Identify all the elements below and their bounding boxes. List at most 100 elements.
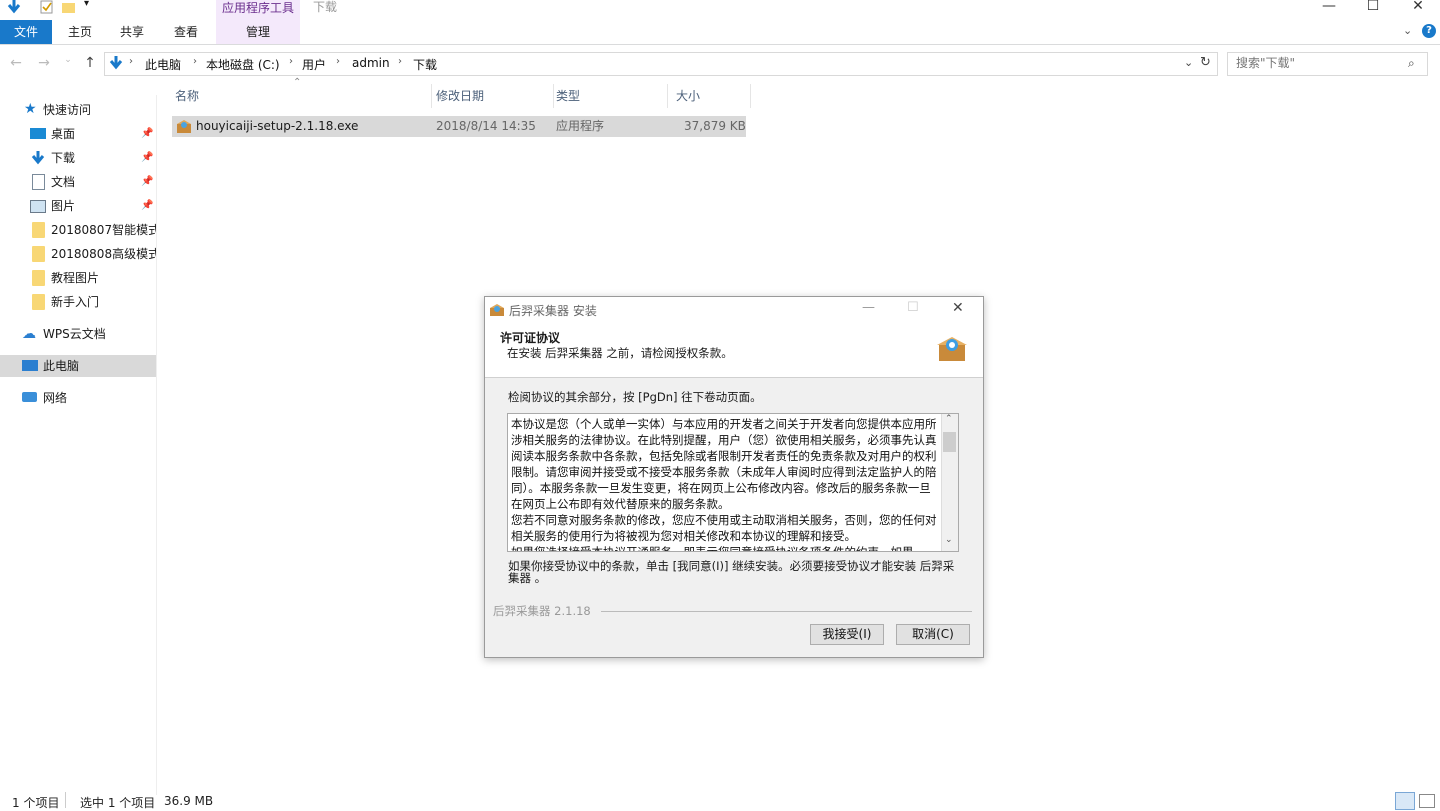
help-icon[interactable]: ? [1422,24,1436,38]
new-folder-icon[interactable] [62,0,76,14]
pin-icon: 📌 [141,152,154,163]
file-size: 37,879 KB [684,119,746,133]
scroll-thumb[interactable] [943,432,956,452]
sidebar-item-label: 教程图片 [51,271,100,285]
recent-locations-icon[interactable]: ⌄ [58,55,78,75]
license-title: 许可证协议 [500,331,561,345]
sidebar-item-label: 网络 [43,391,68,405]
breadcrumb-users[interactable]: 用户 [302,56,326,73]
download-arrow-icon[interactable] [6,0,22,14]
expand-ribbon-icon[interactable]: ⌄ [1403,24,1412,37]
file-date: 2018/8/14 14:35 [436,119,536,133]
folder-icon [32,246,45,262]
table-row[interactable]: houyicaiji-setup-2.1.18.exe 2018/8/14 14… [172,116,746,137]
properties-icon[interactable] [40,0,54,14]
sidebar-item-tutorial-pictures[interactable]: 教程图片 [0,267,156,289]
up-icon[interactable]: ↑ [80,55,100,75]
tab-home[interactable]: 主页 [62,20,98,44]
sidebar-item-label: 文档 [51,175,76,189]
cancel-button[interactable]: 取消(C) [896,624,970,645]
column-header-size[interactable]: 大小 [669,84,751,108]
installer-icon [177,120,191,133]
forward-icon[interactable]: → [34,55,54,75]
customize-quick-access-icon[interactable]: ▾ [84,0,89,9]
search-icon[interactable]: ⌕ [1408,56,1415,71]
breadcrumb-this-pc[interactable]: 此电脑 [145,56,181,73]
address-dropdown-icon[interactable]: ⌄ [1184,56,1193,69]
tab-share[interactable]: 共享 [114,20,150,44]
search-input[interactable] [1228,53,1396,73]
breadcrumb-separator[interactable]: › [193,56,197,67]
tab-view[interactable]: 查看 [168,20,204,44]
download-icon [31,151,45,165]
close-icon[interactable]: ✕ [1395,0,1440,18]
large-icons-view-icon[interactable] [1419,794,1435,808]
pin-icon: 📌 [141,176,154,187]
sidebar-item-label: 20180808高级模式 [51,247,156,261]
sidebar-item-quick-access[interactable]: ★ 快速访问 [0,99,156,121]
item-count: 1 个项目 [12,796,60,810]
breadcrumb-separator[interactable]: › [129,56,133,67]
license-text-box[interactable]: 本协议是您（个人或单一实体）与本应用的开发者之间关于开发者向您提供本应用所涉相关… [507,413,959,552]
scroll-down-icon[interactable]: ⌄ [945,535,953,545]
scroll-up-icon[interactable]: ⌃ [945,414,953,424]
dialog-title-bar: 后羿采集器 安装 — ☐ ✕ [485,297,983,323]
sidebar-item-network[interactable]: 网络 [0,387,156,409]
refresh-icon[interactable]: ↻ [1200,55,1211,70]
sidebar-item-wps-cloud[interactable]: ☁ WPS云文档 [0,323,156,345]
sidebar-item-this-pc[interactable]: 此电脑 [0,355,156,377]
sidebar-item-label: 新手入门 [51,295,100,309]
sidebar-item-beginner-guide[interactable]: 新手入门 [0,291,156,313]
scroll-instruction: 检阅协议的其余部分，按 [PgDn] 往下卷动页面。 [508,390,762,404]
column-header-type[interactable]: 类型 [552,84,668,108]
selected-count: 选中 1 个项目 [80,796,156,810]
column-header-name[interactable]: 名称 [172,84,432,108]
tab-file[interactable]: 文件 [0,20,52,44]
license-subtitle: 在安装 后羿采集器 之前，请检阅授权条款。 [507,346,733,360]
dialog-title: 后羿采集器 安装 [509,304,597,318]
sidebar-item-downloads[interactable]: 下载 📌 [0,147,156,169]
dialog-close-icon[interactable]: ✕ [952,300,964,316]
tab-manage[interactable]: 管理 [216,20,300,44]
sidebar-item-desktop[interactable]: 桌面 📌 [0,123,156,145]
ribbon-tabs: 文件 主页 共享 查看 管理 ⌄ ? [0,20,1440,45]
sidebar-item-label: WPS云文档 [43,327,106,341]
document-icon [32,174,45,190]
accept-button[interactable]: 我接受(I) [810,624,884,645]
sidebar-item-pictures[interactable]: 图片 📌 [0,195,156,217]
breadcrumb-downloads[interactable]: 下载 [413,56,437,73]
maximize-icon[interactable]: ☐ [1350,0,1396,18]
window-title: 下载 [313,0,338,14]
sidebar-item-label: 此电脑 [43,359,80,373]
context-tab-label: 应用程序工具 [216,0,300,20]
sidebar-item-label: 20180807智能模式 [51,223,156,237]
dialog-header: 许可证协议 在安装 后羿采集器 之前，请检阅授权条款。 [485,323,983,378]
breadcrumb-separator[interactable]: › [336,56,340,67]
license-scrollbar[interactable]: ⌃ ⌄ [941,414,958,551]
version-divider [601,611,972,612]
installer-dialog: 后羿采集器 安装 — ☐ ✕ 许可证协议 在安装 后羿采集器 之前，请检阅授权条… [484,296,984,658]
pin-icon: 📌 [141,128,154,139]
installer-box-icon [937,337,967,361]
cloud-icon: ☁ [22,326,36,342]
details-view-icon[interactable] [1395,792,1415,810]
address-bar[interactable]: › 此电脑 › 本地磁盘 (C:) › 用户 › admin › 下载 ⌄ ↻ [104,52,1218,76]
search-box[interactable]: ⌕ [1227,52,1428,76]
dialog-minimize-icon[interactable]: — [862,300,875,315]
sidebar-item-label: 图片 [51,199,76,213]
sidebar-item-folder-20180807[interactable]: 20180807智能模式 [0,219,156,241]
breadcrumb-separator[interactable]: › [398,56,402,67]
sidebar-item-documents[interactable]: 文档 📌 [0,171,156,193]
navigation-pane: ★ 快速访问 桌面 📌 下载 📌 文档 📌 图片 📌 20180807智能模式 … [0,95,157,795]
back-icon[interactable]: ← [6,55,26,75]
minimize-icon[interactable]: — [1306,0,1352,18]
desktop-icon [30,128,46,139]
version-label: 后羿采集器 2.1.18 [493,604,591,618]
breadcrumb-local-disk[interactable]: 本地磁盘 (C:) [206,56,280,73]
breadcrumb-separator[interactable]: › [289,56,293,67]
sidebar-item-label: 桌面 [51,127,76,141]
column-header-date[interactable]: 修改日期 [431,84,554,108]
sidebar-item-folder-20180808[interactable]: 20180808高级模式 [0,243,156,265]
breadcrumb-admin[interactable]: admin [352,56,390,70]
status-bar: 1 个项目 选中 1 个项目 36.9 MB [0,792,1440,810]
